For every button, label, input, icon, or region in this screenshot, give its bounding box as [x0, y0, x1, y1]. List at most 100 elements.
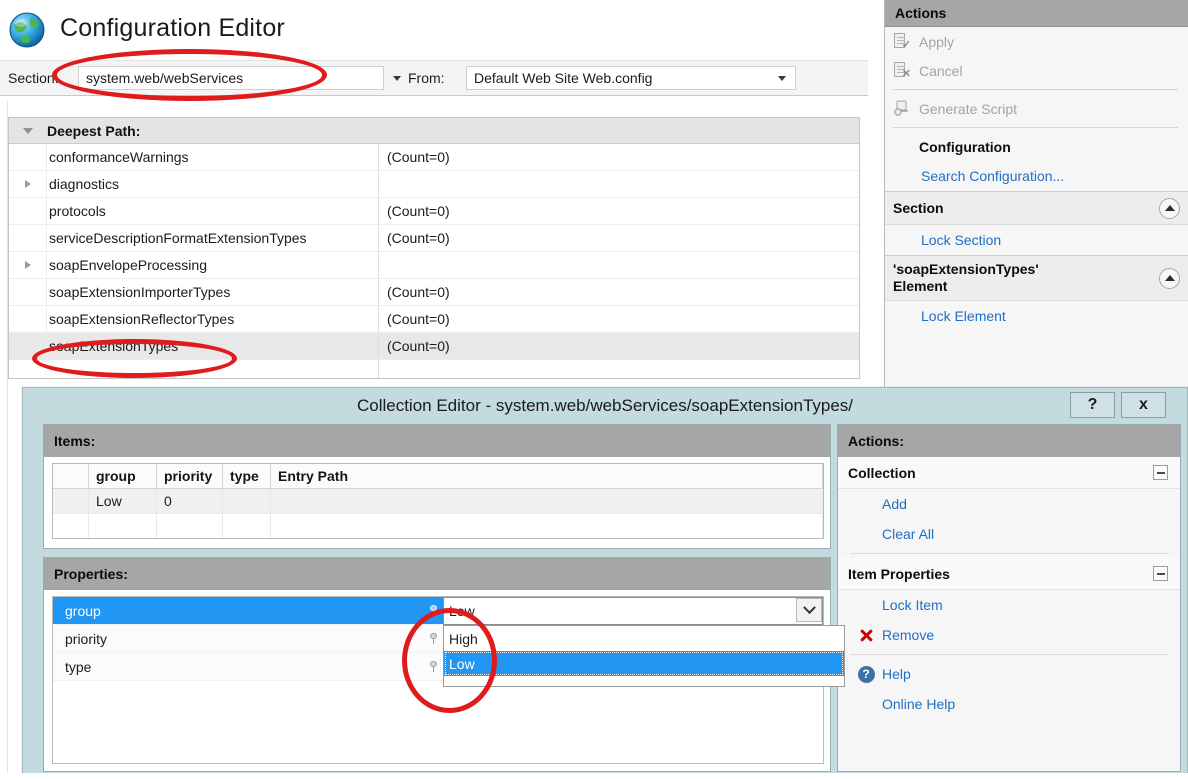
from-dropdown-arrow-icon[interactable] — [771, 67, 793, 89]
collapse-minus-icon[interactable] — [1153, 566, 1168, 581]
apply-label: Apply — [919, 33, 955, 50]
row-expander[interactable] — [9, 171, 47, 197]
lock-element-link[interactable]: Lock Element — [885, 301, 1188, 331]
table-row[interactable]: diagnostics — [9, 171, 859, 198]
divider — [893, 127, 1178, 128]
cancel-label: Cancel — [919, 62, 963, 79]
chevron-up-icon[interactable] — [1159, 197, 1180, 219]
cancel-action[interactable]: ✕ Cancel — [885, 56, 1188, 85]
row-expander — [9, 360, 47, 378]
collapse-minus-icon[interactable] — [1153, 465, 1168, 480]
remove-x-icon — [850, 627, 882, 643]
dialog-actions-pane: Actions: Collection Add Clear All Item P… — [837, 424, 1181, 772]
row-selector-cell[interactable] — [53, 489, 89, 513]
generate-script-action[interactable]: Generate Script — [885, 94, 1188, 123]
from-combobox[interactable]: Default Web Site Web.config — [466, 66, 796, 90]
triangle-right-icon — [24, 261, 31, 269]
row-expander — [9, 333, 47, 359]
row-selector-cell[interactable] — [53, 514, 89, 538]
apply-icon: ✓ — [893, 33, 919, 51]
group-dropdown-list[interactable]: High Low — [443, 625, 845, 687]
lock-section-link[interactable]: Lock Section — [885, 225, 1188, 255]
element-group-label: 'soapExtensionTypes' Element — [893, 261, 1039, 294]
property-row-group[interactable]: group Low — [53, 597, 823, 625]
tree-row-name: soapExtensionReflectorTypes — [47, 306, 379, 332]
property-value-text: Low — [449, 603, 475, 619]
divider — [893, 89, 1178, 90]
table-row[interactable]: serviceDescriptionFormatExtensionTypes (… — [9, 225, 859, 252]
items-grid-header-row: group priority type Entry Path — [53, 464, 823, 489]
table-row[interactable]: protocols (Count=0) — [9, 198, 859, 225]
table-row[interactable] — [9, 360, 859, 378]
dialog-left-column: Items: group priority type Entry Path Lo… — [43, 424, 845, 772]
dialog-help-button[interactable]: ? — [1070, 392, 1115, 418]
tree-row-value — [379, 360, 859, 378]
table-row[interactable]: soapEnvelopeProcessing — [9, 252, 859, 279]
column-header-selector — [53, 464, 89, 488]
row-expander[interactable] — [9, 252, 47, 278]
properties-panel-header: Properties: — [44, 558, 830, 590]
table-row[interactable]: Low 0 — [53, 489, 823, 514]
chevron-down-icon — [778, 75, 786, 81]
online-help-action[interactable]: Online Help — [838, 689, 1180, 719]
dropdown-option-high[interactable]: High — [444, 626, 844, 651]
items-grid[interactable]: group priority type Entry Path Low 0 — [52, 463, 824, 539]
table-row[interactable]: soapExtensionReflectorTypes (Count=0) — [9, 306, 859, 333]
table-row[interactable]: conformanceWarnings (Count=0) — [9, 144, 859, 171]
tree-row-name: soapExtensionTypes — [47, 333, 379, 359]
property-name-type: type — [53, 653, 423, 681]
screenshot-root: Configuration Editor Section: From: syst… — [0, 0, 1188, 779]
triangle-right-icon — [24, 180, 31, 188]
tree-header-label: Deepest Path: — [47, 122, 141, 139]
lock-item-action[interactable]: Lock Item — [838, 590, 1180, 620]
chevron-up-icon[interactable] — [1159, 267, 1180, 289]
collection-group-header: Collection — [838, 457, 1180, 489]
cell-priority: 0 — [157, 489, 223, 513]
tree-row-value: (Count=0) — [387, 338, 450, 354]
clear-all-action[interactable]: Clear All — [838, 519, 1180, 549]
configuration-editor-header: Configuration Editor Section: From: syst… — [0, 0, 868, 100]
property-name-priority: priority — [53, 625, 423, 653]
column-header-entry-path: Entry Path — [271, 464, 823, 488]
table-row-empty[interactable] — [53, 514, 823, 538]
help-label: Help — [882, 666, 911, 682]
divider — [850, 654, 1168, 655]
items-panel: Items: group priority type Entry Path Lo… — [43, 424, 831, 549]
properties-grid[interactable]: group Low priority type High Low — [52, 596, 845, 764]
element-group-header: 'soapExtensionTypes' Element — [885, 255, 1188, 301]
dropdown-arrow-icon[interactable] — [796, 598, 822, 622]
configuration-group-header: Configuration — [885, 132, 1188, 161]
dropdown-option-low[interactable]: Low — [444, 651, 844, 676]
row-expander — [9, 306, 47, 332]
bottom-edge — [0, 773, 1188, 779]
tree-row-value: (Count=0) — [387, 311, 450, 327]
add-action[interactable]: Add — [838, 489, 1180, 519]
key-icon — [423, 625, 443, 653]
section-group-label: Section — [893, 200, 944, 216]
configuration-tree-grid[interactable]: Deepest Path: conformanceWarnings (Count… — [8, 117, 860, 379]
column-header-group: group — [89, 464, 157, 488]
globe-icon — [6, 9, 48, 51]
clear-all-label: Clear All — [882, 526, 935, 542]
item-properties-group-label: Item Properties — [848, 565, 950, 582]
dialog-titlebar[interactable]: Collection Editor - system.web/webServic… — [23, 388, 1187, 424]
collection-editor-dialog: Collection Editor - system.web/webServic… — [22, 387, 1188, 779]
tree-row-name: conformanceWarnings — [47, 144, 379, 170]
property-value-group[interactable]: Low — [443, 597, 823, 625]
online-help-label: Online Help — [882, 696, 956, 712]
close-button[interactable]: x — [1121, 392, 1166, 418]
apply-action[interactable]: ✓ Apply — [885, 27, 1188, 56]
tree-row-value: (Count=0) — [387, 284, 450, 300]
section-combobox[interactable]: system.web/webServices — [78, 66, 384, 90]
section-dropdown-arrow-icon[interactable] — [386, 66, 408, 90]
collapse-icon[interactable] — [9, 127, 47, 134]
properties-panel: Properties: group Low priority type High… — [43, 557, 845, 772]
row-expander — [9, 279, 47, 305]
table-row-selected[interactable]: soapExtensionTypes (Count=0) — [9, 333, 859, 360]
help-action[interactable]: ? Help — [838, 659, 1180, 689]
tree-row-name — [47, 360, 379, 378]
remove-action[interactable]: Remove — [838, 620, 1180, 650]
section-group-header: Section — [885, 191, 1188, 225]
search-configuration-link[interactable]: Search Configuration... — [885, 161, 1188, 191]
table-row[interactable]: soapExtensionImporterTypes (Count=0) — [9, 279, 859, 306]
